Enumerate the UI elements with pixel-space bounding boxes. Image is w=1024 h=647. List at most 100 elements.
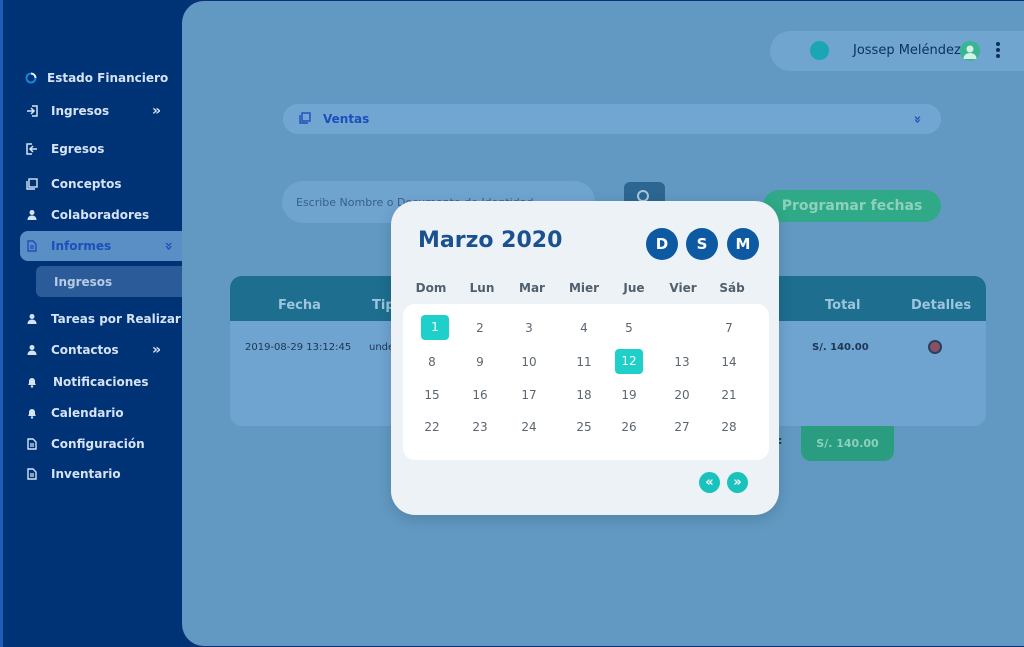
footer-total: S/. 140.00: [801, 426, 894, 461]
cell-fecha: 2019-08-29 13:12:45: [245, 342, 352, 353]
calendar-day[interactable]: 23: [465, 420, 495, 434]
month-view-button[interactable]: M: [727, 228, 759, 260]
sidebar-item-label: Tareas por Realizar: [51, 312, 181, 326]
sidebar-item-calendario[interactable]: Calendario: [3, 400, 185, 426]
login-icon: [26, 105, 38, 117]
cell-total: S/. 140.00: [812, 342, 869, 353]
column-header-detalles: Detalles: [911, 298, 972, 313]
sidebar-item-tareas[interactable]: Tareas por Realizar: [3, 306, 185, 332]
calendar-day[interactable]: 25: [569, 420, 599, 434]
chevron-double-down-icon: »: [909, 114, 925, 124]
status-dot: [810, 41, 829, 60]
next-month-button[interactable]: »: [727, 472, 748, 493]
loading-ring-icon: [25, 72, 37, 84]
sidebar-item-label: Estado Financiero: [47, 71, 169, 85]
calendar-day[interactable]: 2: [465, 321, 495, 335]
calendar-title: Marzo 2020: [418, 228, 563, 253]
sidebar-item-colaboradores[interactable]: Colaboradores: [3, 202, 185, 228]
ventas-select[interactable]: Ventas »: [283, 104, 941, 134]
bell-icon: [26, 407, 38, 419]
select-value: Ventas: [323, 112, 370, 126]
sidebar-item-label: Inventario: [51, 467, 121, 481]
sidebar-item-label: Configuración: [51, 437, 145, 451]
chevron-double-down-icon: »: [160, 241, 177, 251]
calendar-day[interactable]: 19: [614, 388, 644, 402]
document-icon: [26, 438, 38, 450]
user-icon: [26, 209, 38, 221]
user-bar: Jossep Meléndez: [770, 31, 1024, 71]
column-header-total: Total: [825, 298, 861, 313]
calendar-day[interactable]: 17: [514, 388, 544, 402]
weekday-vier: Vier: [669, 281, 697, 295]
day-view-button[interactable]: D: [646, 228, 678, 260]
sidebar-item-informes[interactable]: Informes »: [20, 231, 185, 261]
prev-month-button[interactable]: «: [699, 472, 720, 493]
sidebar-item-conceptos[interactable]: Conceptos: [3, 171, 185, 197]
sidebar-item-label: Calendario: [51, 406, 124, 420]
calendar-day[interactable]: 18: [569, 388, 599, 402]
calendar-day[interactable]: 14: [714, 355, 744, 369]
stack-icon: [299, 111, 311, 127]
kebab-menu-icon[interactable]: [996, 42, 1000, 60]
sidebar-subitem-ingresos[interactable]: Ingresos: [36, 266, 185, 297]
sidebar-item-label: Ingresos: [51, 104, 110, 118]
weekday-dom: Dom: [415, 281, 447, 295]
avatar[interactable]: [960, 41, 980, 61]
user-icon: [26, 344, 38, 356]
calendar-day[interactable]: 4: [569, 321, 599, 335]
calendar-day[interactable]: 27: [667, 420, 697, 434]
weekday-mar: Mar: [519, 281, 545, 295]
programar-fechas-button[interactable]: Programar fechas: [763, 190, 941, 222]
weekday-sab: Sáb: [719, 281, 745, 295]
calendar-day[interactable]: 21: [714, 388, 744, 402]
logout-icon: [26, 143, 38, 155]
calendar-day[interactable]: 5: [614, 321, 644, 335]
calendar-day[interactable]: 1: [421, 315, 449, 340]
detalles-radio[interactable]: [928, 340, 942, 354]
calendar-day[interactable]: 10: [514, 355, 544, 369]
calendar-day[interactable]: 12: [615, 349, 643, 374]
sidebar: Estado Financiero Ingresos » Egresos Con…: [0, 0, 190, 647]
calendar-day[interactable]: 9: [465, 355, 495, 369]
stack-icon: [26, 178, 38, 190]
calendar-day[interactable]: 24: [514, 420, 544, 434]
sidebar-item-notificaciones[interactable]: Notificaciones: [3, 369, 185, 395]
user-name[interactable]: Jossep Meléndez: [853, 43, 961, 58]
sidebar-item-configuracion[interactable]: Configuración: [3, 431, 185, 457]
calendar-day[interactable]: 8: [417, 355, 447, 369]
week-view-button[interactable]: S: [686, 228, 718, 260]
calendar-day[interactable]: 22: [417, 420, 447, 434]
sidebar-item-ingresos[interactable]: Ingresos »: [3, 98, 185, 124]
sidebar-item-inventario[interactable]: Inventario: [3, 461, 185, 487]
calendar-day[interactable]: 7: [714, 321, 744, 335]
sidebar-item-estado-financiero[interactable]: Estado Financiero: [3, 65, 185, 91]
sidebar-item-label: Colaboradores: [51, 208, 150, 222]
calendar-popup: Marzo 2020 D S M Dom Lun Mar Mier Jue Vi…: [391, 201, 779, 515]
sidebar-item-contactos[interactable]: Contactos »: [3, 337, 185, 363]
calendar-day[interactable]: 20: [667, 388, 697, 402]
calendar-day[interactable]: 26: [614, 420, 644, 434]
sidebar-item-label: Conceptos: [51, 177, 122, 191]
calendar-day[interactable]: 16: [465, 388, 495, 402]
chevron-double-right-icon: »: [151, 103, 161, 119]
calendar-day[interactable]: 28: [714, 420, 744, 434]
document-icon: [26, 240, 38, 252]
weekday-lun: Lun: [469, 281, 495, 295]
calendar-day[interactable]: 11: [569, 355, 599, 369]
document-icon: [26, 468, 38, 480]
calendar-day[interactable]: 13: [667, 355, 697, 369]
sidebar-item-egresos[interactable]: Egresos: [3, 136, 185, 162]
sidebar-item-label: Informes: [51, 239, 112, 253]
calendar-day[interactable]: 15: [417, 388, 447, 402]
sidebar-item-label: Contactos: [51, 343, 119, 357]
calendar-day[interactable]: 3: [514, 321, 544, 335]
weekday-mier: Mier: [568, 281, 600, 295]
weekday-jue: Jue: [623, 281, 645, 295]
bell-icon: [26, 376, 38, 388]
sidebar-item-label: Notificaciones: [53, 375, 149, 389]
sidebar-item-label: Egresos: [51, 142, 105, 156]
user-icon: [26, 313, 38, 325]
column-header-fecha: Fecha: [278, 298, 321, 313]
chevron-double-right-icon: »: [151, 342, 161, 358]
calendar-grid: 1 2 3 4 5 7 8 9 10 11 12 13 14 15 16 17 18 19 20 21 22 23 24 25…: [403, 304, 769, 460]
